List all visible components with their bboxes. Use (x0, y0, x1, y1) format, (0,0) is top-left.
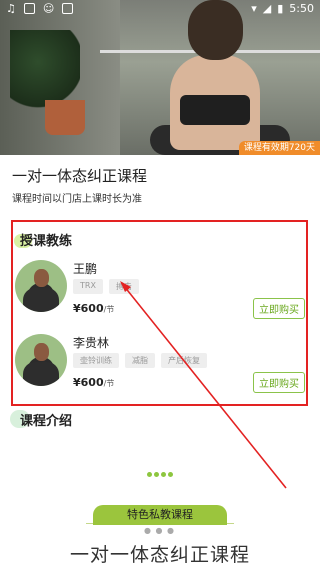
battery-icon: ▮ (277, 2, 284, 15)
coach-section: 授课教练 王鹏 TRX 搏击 ¥600/节 立即购买 李贵林 壶铃训练 减脂 产… (11, 220, 308, 406)
image-icon (23, 3, 35, 14)
dots-decoration (146, 462, 174, 481)
intro-title: 课程介绍 (20, 414, 73, 429)
tag: 壶铃训练 (73, 353, 119, 368)
course-title: 一对一体态纠正课程 (12, 167, 148, 185)
price: ¥600/节 (73, 302, 115, 315)
tag: 产后恢复 (161, 353, 207, 368)
tag: 搏击 (108, 279, 139, 294)
coach-card[interactable]: 王鹏 TRX 搏击 ¥600/节 立即购买 (15, 260, 305, 320)
coach-section-title: 授课教练 (14, 230, 72, 249)
signal-icon: ◢ (262, 2, 272, 15)
promo-dots: ● ● ● (144, 526, 176, 535)
coach-card[interactable]: 李贵林 壶铃训练 减脂 产后恢复 ¥600/节 立即购买 (15, 334, 305, 394)
validity-badge: 课程有效期720天 (238, 141, 320, 155)
buy-button[interactable]: 立即购买 (253, 372, 305, 393)
course-subtitle: 课程时间以门店上课时长为准 (12, 194, 142, 205)
hero-image (0, 0, 320, 155)
coach-tags: TRX 搏击 (73, 279, 139, 294)
face-icon: ☺ (42, 2, 55, 15)
buy-button[interactable]: 立即购买 (253, 298, 305, 319)
price: ¥600/节 (73, 376, 115, 389)
avatar[interactable] (15, 260, 67, 312)
promo-label: 特色私教课程 (93, 505, 227, 525)
music-icon: ♫ (6, 2, 16, 15)
status-time: 5:50 (289, 2, 314, 15)
coach-name: 李贵林 (73, 336, 110, 350)
tag: 减脂 (125, 353, 155, 368)
promo-title: 一对一体态纠正课程 (69, 544, 250, 566)
coach-tags: 壶铃训练 减脂 产后恢复 (73, 353, 207, 368)
avatar[interactable] (15, 334, 67, 386)
coach-name: 王鹏 (73, 262, 98, 276)
a-icon (62, 3, 74, 14)
status-bar: ♫ ☺ ▾ ◢ ▮ 5:50 (0, 0, 320, 18)
tag: TRX (73, 279, 103, 294)
wifi-icon: ▾ (251, 2, 257, 15)
